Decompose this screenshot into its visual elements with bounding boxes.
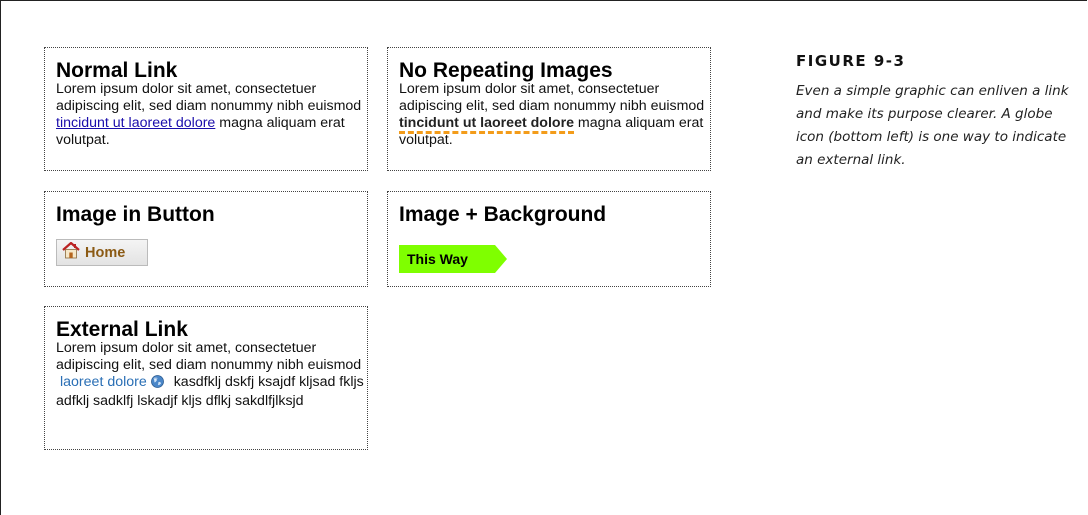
image-background-title: Image + Background [399,203,607,226]
home-button[interactable]: Home [56,239,148,266]
normal-link-text-before: Lorem ipsum dolor sit amet, consectetuer… [56,81,362,114]
this-way-button[interactable]: This Way [399,245,507,273]
external-link-text-before: Lorem ipsum dolor sit amet, consectetuer… [56,340,362,373]
normal-link-panel: Normal Link Lorem ipsum dolor sit amet, … [44,47,368,171]
no-repeat-paragraph: Lorem ipsum dolor sit amet, consectetuer… [399,81,710,149]
globe-icon [150,375,164,393]
image-button-title: Image in Button [56,203,215,226]
home-icon [62,241,80,264]
normal-link-title: Normal Link [56,59,178,82]
no-repeat-title: No Repeating Images [399,59,613,82]
figure-caption: Even a simple graphic can enliven a link… [796,83,1069,168]
normal-link-paragraph: Lorem ipsum dolor sit amet, consectetuer… [56,81,367,149]
home-button-label: Home [85,244,126,261]
figure-label: FIGURE 9-3 [796,52,906,70]
image-background-panel: Image + Background This Way [387,191,711,287]
normal-link[interactable]: tincidunt ut laoreet dolore [56,115,215,131]
external-link-title: External Link [56,318,188,341]
external-link[interactable]: laoreet dolore [60,374,147,390]
external-link-paragraph: Lorem ipsum dolor sit amet, consectetuer… [56,340,367,410]
this-way-label: This Way [407,251,468,267]
external-link-panel: External Link Lorem ipsum dolor sit amet… [44,306,368,450]
no-repeat-text-before: Lorem ipsum dolor sit amet, consectetuer… [399,81,705,114]
image-button-panel: Image in Button Home [44,191,368,287]
no-repeat-panel: No Repeating Images Lorem ipsum dolor si… [387,47,711,171]
